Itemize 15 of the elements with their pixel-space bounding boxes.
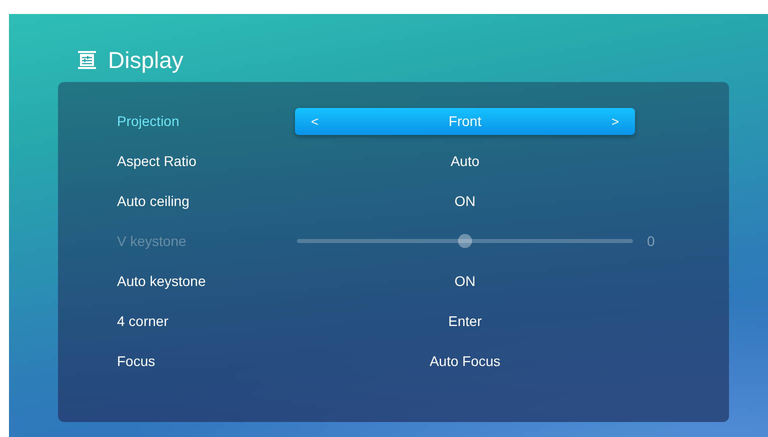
setting-label[interactable]: Auto ceiling xyxy=(117,193,295,209)
setting-label[interactable]: Projection xyxy=(117,113,295,129)
setting-label[interactable]: 4 corner xyxy=(117,313,295,329)
setting-value: ON xyxy=(454,273,476,289)
display-settings-icon xyxy=(78,51,96,69)
slider-reading: 0 xyxy=(647,233,655,249)
setting-value: Auto xyxy=(450,153,480,169)
setting-value: Auto Focus xyxy=(430,353,500,369)
setting-value: Front xyxy=(448,113,482,129)
setting-label[interactable]: Focus xyxy=(117,353,295,369)
page-title: Display xyxy=(108,46,184,74)
setting-value: ON xyxy=(454,193,476,209)
setting-value: Enter xyxy=(448,313,482,329)
setting-label[interactable]: Auto keystone xyxy=(117,273,295,289)
setting-label[interactable]: Aspect Ratio xyxy=(117,153,295,169)
